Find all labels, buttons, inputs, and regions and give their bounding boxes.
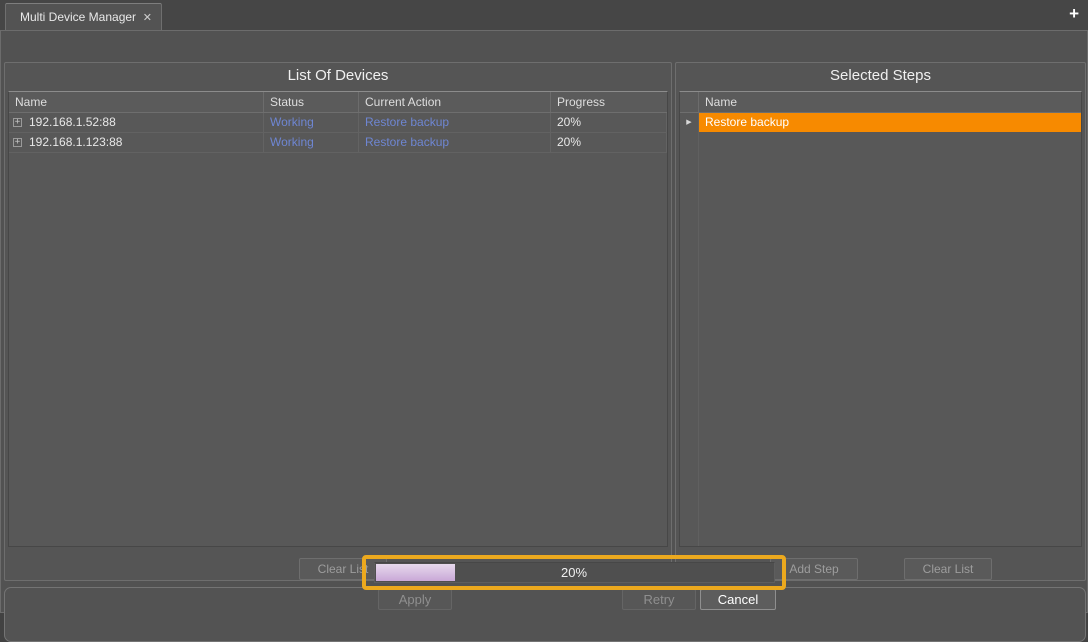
tab-bar: Multi Device Manager ✕ + [0,0,1088,30]
device-name-cell: + 192.168.1.123:88 [9,133,264,152]
device-status: Working [264,113,359,132]
close-icon[interactable]: ✕ [143,11,152,24]
progress-highlight-annotation: 20% [362,555,786,590]
devices-panel-title: List Of Devices [5,67,671,84]
device-progress: 20% [551,133,667,152]
device-current-action: Restore backup [359,113,551,132]
clear-list-button-steps[interactable]: Clear List [904,558,992,580]
current-row-arrow-icon: ▶ [686,119,691,126]
device-row-2[interactable]: + 192.168.1.123:88 Working Restore backu… [9,133,667,153]
step-row-selected[interactable]: ▶ Restore backup [680,113,1081,132]
tab-title: Multi Device Manager [20,10,136,24]
tab-multi-device-manager[interactable]: Multi Device Manager ✕ [5,3,162,30]
apply-button[interactable]: Apply [378,589,452,610]
devices-table: Name Status Current Action Progress + 19… [8,91,668,547]
column-header-status[interactable]: Status [264,92,359,112]
expand-icon[interactable]: + [13,138,22,147]
devices-groupbox: List Of Devices Name Status Current Acti… [4,62,672,581]
device-progress: 20% [551,113,667,132]
selector-header-cell [680,92,699,112]
expand-icon[interactable]: + [13,118,22,127]
device-name: 192.168.1.52:88 [29,113,116,132]
steps-table-header: Name [680,92,1081,113]
row-selector-column [680,92,699,546]
column-header-current-action[interactable]: Current Action [359,92,551,112]
devices-table-header: Name Status Current Action Progress [9,92,667,113]
retry-button[interactable]: Retry [622,589,696,610]
steps-table: Name ▶ Restore backup [679,91,1082,547]
device-row-1[interactable]: + 192.168.1.52:88 Working Restore backup… [9,113,667,133]
column-header-name[interactable]: Name [9,92,264,112]
column-header-step-name[interactable]: Name [699,92,1081,112]
progress-bar: 20% [374,562,775,583]
column-header-progress[interactable]: Progress [551,92,667,112]
row-selector-cell: ▶ [680,113,699,132]
device-current-action: Restore backup [359,133,551,152]
cancel-button[interactable]: Cancel [700,589,776,610]
step-name: Restore backup [699,113,1081,132]
new-tab-icon[interactable]: + [1069,4,1079,24]
device-status: Working [264,133,359,152]
steps-groupbox: Selected Steps Name ▶ Restore backup Add… [675,62,1086,581]
device-name: 192.168.1.123:88 [29,133,122,152]
progress-percent-label: 20% [375,563,774,582]
content-panel: List Of Devices Name Status Current Acti… [0,30,1088,613]
steps-panel-title: Selected Steps [676,67,1085,84]
device-name-cell: + 192.168.1.52:88 [9,113,264,132]
bottom-action-panel [4,587,1086,642]
